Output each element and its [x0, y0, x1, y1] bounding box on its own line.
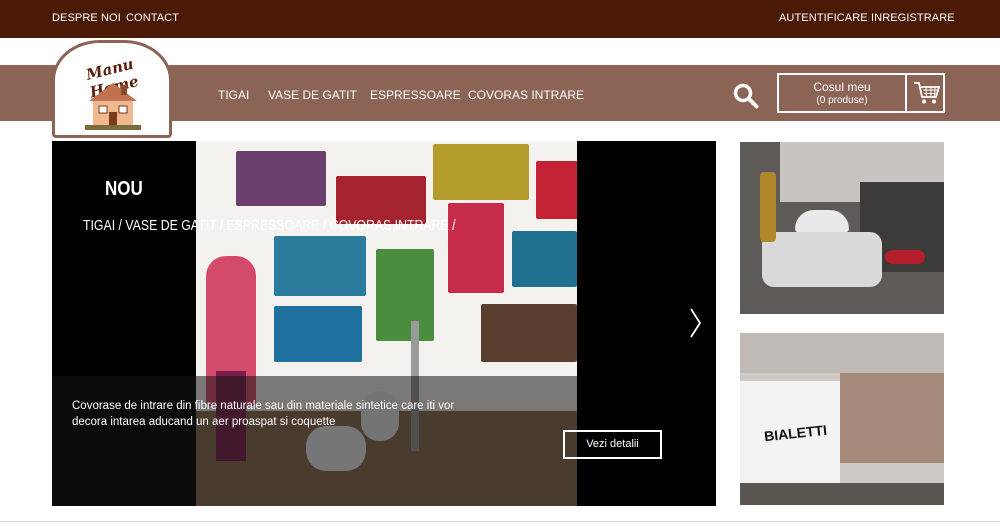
doormat-4 [536, 161, 577, 219]
side-banner-bialetti[interactable]: BIALETTI [740, 333, 944, 505]
contact-link[interactable]: CONTACT [126, 12, 179, 24]
doormat-8 [512, 231, 577, 287]
doormat-3 [433, 144, 529, 200]
pot-image [762, 232, 882, 287]
nav-item-tigai[interactable]: TIGAI [218, 88, 249, 102]
login-link[interactable]: AUTENTIFICARE [779, 12, 868, 24]
cart-icon [914, 82, 941, 104]
doormat-7 [448, 203, 504, 293]
nav-item-vase-de-gatit[interactable]: VASE DE GATIT [268, 88, 357, 102]
slide-caption-overlay [52, 376, 577, 506]
details-button[interactable]: Vezi detalii [563, 430, 662, 459]
cherries [885, 250, 925, 264]
house-icon [85, 83, 141, 130]
cart-count: (0 produse) [816, 95, 868, 106]
doormat-5 [274, 236, 366, 296]
side-banner-cookware[interactable] [740, 142, 944, 314]
cart-summary: Cosul meu (0 produse) [779, 80, 905, 108]
doormat-6 [376, 249, 434, 341]
cart-divider [905, 75, 907, 111]
cart-button[interactable]: Cosul meu (0 produse) [777, 73, 945, 113]
register-link[interactable]: INREGISTRARE [871, 12, 955, 24]
site-logo[interactable]: Manu Home [52, 40, 172, 138]
about-link[interactable]: DESPRE NOI [52, 12, 121, 24]
slide-description: Covorase de intrare din fibre naturale s… [72, 400, 455, 428]
slide-breadcrumbs: TIGAI / VASE DE GATIT / ESPRESSOARE / CO… [83, 217, 456, 234]
search-icon[interactable] [733, 83, 759, 109]
top-bar: DESPRE NOI CONTACT AUTENTIFICARE INREGIS… [0, 0, 1000, 38]
bottle [760, 172, 776, 242]
floor [740, 483, 944, 505]
nav-item-covoras-intrare[interactable]: COVORAS INTRARE [468, 88, 584, 102]
doormat-1 [236, 151, 326, 206]
doormat-9 [274, 306, 362, 362]
hero-slider: NOU TIGAI / VASE DE GATIT / ESPRESSOARE … [52, 141, 716, 506]
nav-item-espressoare[interactable]: ESPRESSOARE [370, 88, 461, 102]
divider [0, 521, 1000, 522]
ceiling [740, 333, 944, 373]
cart-title: Cosul meu [813, 80, 871, 94]
slide-title: NOU [105, 178, 143, 200]
shelves [840, 373, 944, 463]
chevron-right-icon[interactable] [688, 307, 702, 339]
doormat-10 [481, 304, 577, 362]
pot-lid [795, 210, 849, 232]
